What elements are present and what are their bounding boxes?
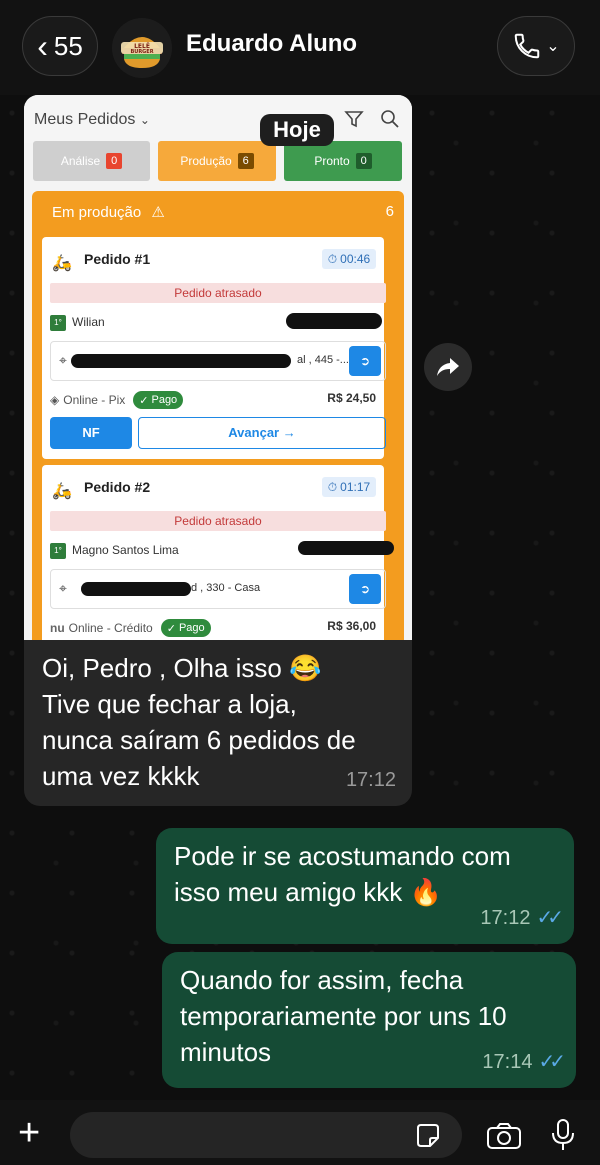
filter-icon [344, 111, 364, 128]
tab-producao: Produção 6 [158, 141, 276, 181]
read-ticks-icon: ✓✓ [536, 907, 563, 929]
section-count: 6 [385, 203, 394, 220]
forward-arrow-icon [437, 358, 459, 376]
late-banner: Pedido atrasado [50, 283, 386, 303]
order-price: R$ 36,00 [327, 619, 376, 633]
unread-count: 55 [53, 30, 83, 61]
route-icon: ➲ [349, 574, 381, 604]
pix-icon: ◈ [50, 393, 60, 407]
read-ticks-icon: ✓✓ [538, 1051, 565, 1073]
motorcycle-icon: 🛵 [52, 255, 72, 272]
image-message[interactable]: Meus Pedidos ⌄ Análise 0 Produção 6 Pronto… [24, 95, 412, 640]
tab-pronto: Pronto 0 [284, 141, 402, 181]
message-time: 17:12 [345, 769, 396, 791]
redaction-scribble [286, 313, 382, 329]
redaction-scribble [71, 354, 291, 368]
customer-name: Magno Santos Lima [72, 543, 179, 557]
redaction-scribble [298, 541, 394, 555]
shot-title: Meus Pedidos ⌄ [34, 111, 150, 128]
production-panel: Em produção ⚠ 6 🛵 Pedido #1 ⏱ 00:46 Pedid… [32, 191, 404, 640]
nf-button: NF [50, 417, 132, 449]
order-title: Pedido #2 [84, 479, 151, 495]
payment-info: nu Online - Crédito ✓ Pago [50, 619, 211, 637]
chat-header: ‹ 55 LELÊ BURGER Eduardo Aluno ⌄ [0, 0, 600, 95]
call-button[interactable]: ⌄ [497, 16, 575, 76]
microphone-icon[interactable] [550, 1118, 576, 1152]
clock-icon: ⏱ [327, 479, 338, 494]
advance-button: Avançar → [138, 417, 386, 449]
plus-icon[interactable]: + [18, 1114, 40, 1152]
order-timer: ⏱ 00:46 [322, 249, 376, 269]
contact-name[interactable]: Eduardo Aluno [186, 30, 357, 58]
nubank-icon: nu [50, 621, 65, 635]
location-pin-icon: ⌖ [59, 580, 67, 596]
order-card: 🛵 Pedido #1 ⏱ 00:46 Pedido atrasado 1° Wi… [42, 237, 386, 459]
message-outgoing[interactable]: Pode ir se acostumando com isso meu amig… [156, 828, 574, 944]
message-input[interactable] [70, 1112, 462, 1158]
message-time: 17:12 ✓✓ [480, 900, 563, 936]
message-time: 17:14 ✓✓ [482, 1044, 565, 1080]
motorcycle-icon: 🛵 [52, 483, 72, 500]
message-outgoing[interactable]: Quando for assim, fecha temporariamente … [162, 952, 576, 1088]
message-incoming[interactable]: Oi, Pedro , Olha isso 😂 Tive que fechar … [24, 640, 412, 806]
message-text: Oi, Pedro , Olha isso 😂 Tive que fechar … [42, 653, 356, 791]
back-button[interactable]: ‹ 55 [22, 16, 98, 76]
forward-button[interactable] [424, 343, 472, 391]
address-box: ⌖ al , 445 -... ➲ [50, 341, 386, 381]
late-banner: Pedido atrasado [50, 511, 386, 531]
order-card: 🛵 Pedido #2 ⏱ 01:17 Pedido atrasado 1° Ma… [42, 465, 394, 640]
address-box: ⌖ d , 330 - Casa ➲ [50, 569, 386, 609]
order-rank-badge: 1° [50, 543, 66, 559]
warning-icon: ⚠ [151, 204, 165, 221]
sticker-icon[interactable] [414, 1122, 442, 1150]
clock-icon: ⏱ [327, 251, 338, 266]
date-chip: Hoje [260, 114, 334, 146]
phone-icon [515, 33, 540, 59]
address-text: al , 445 -... [297, 354, 349, 366]
tab-analise: Análise 0 [33, 141, 150, 181]
camera-icon[interactable] [486, 1122, 522, 1150]
chevron-down-icon: ⌄ [546, 38, 560, 55]
section-header: Em produção ⚠ [52, 204, 165, 221]
redaction-scribble [81, 582, 191, 596]
shot-topbar: Meus Pedidos ⌄ [24, 95, 412, 143]
location-pin-icon: ⌖ [59, 352, 67, 368]
customer-name: Wilian [72, 315, 105, 329]
order-title: Pedido #1 [84, 251, 151, 267]
payment-info: ◈ Online - Pix ✓ Pago [50, 391, 184, 409]
avatar[interactable]: LELÊ BURGER [112, 18, 172, 78]
composer-bar: + [0, 1100, 600, 1165]
burger-logo-icon: LELÊ BURGER [112, 18, 172, 78]
order-rank-badge: 1° [50, 315, 66, 331]
order-timer: ⏱ 01:17 [322, 477, 376, 497]
paid-badge: ✓ Pago [160, 619, 211, 637]
chevron-left-icon: ‹ [37, 28, 48, 64]
order-price: R$ 24,50 [327, 391, 376, 405]
address-text: d , 330 - Casa [191, 582, 261, 594]
svg-text:BURGER: BURGER [130, 49, 153, 55]
route-icon: ➲ [349, 346, 381, 376]
paid-badge: ✓ Pago [133, 391, 184, 409]
search-icon [381, 110, 399, 128]
